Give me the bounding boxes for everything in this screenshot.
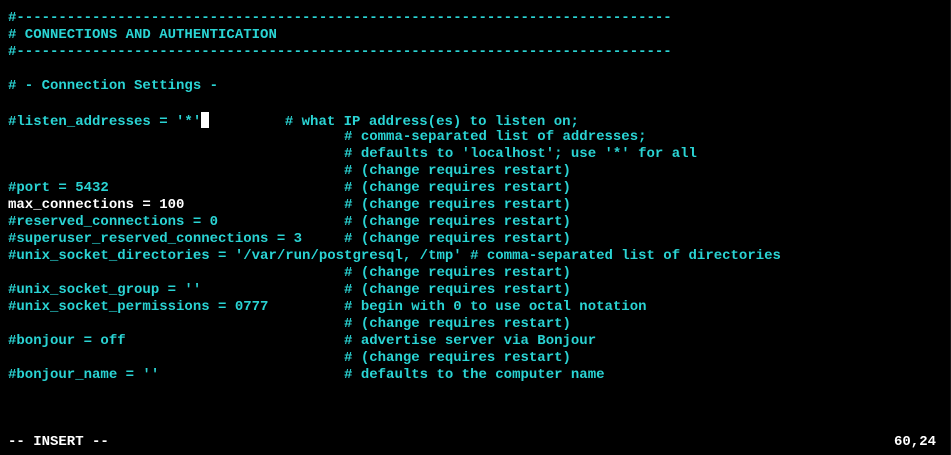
comment-text: # - Connection Settings - (8, 78, 219, 94)
comment-text: # CONNECTIONS AND AUTHENTICATION (8, 27, 277, 43)
inline-comment-text: # what IP address(es) to listen on; (209, 114, 579, 130)
editor-line[interactable]: #reserved_connections = 0 # (change requ… (8, 214, 943, 231)
editor-line[interactable]: max_connections = 100 # (change requires… (8, 197, 943, 214)
comment-text: #unix_socket_permissions = 0777 # begin … (8, 299, 647, 315)
comment-text: #superuser_reserved_connections = 3 # (c… (8, 231, 571, 247)
comment-text: #reserved_connections = 0 # (change requ… (8, 214, 571, 230)
editor-line[interactable]: #port = 5432 # (change requires restart) (8, 180, 943, 197)
vim-editor-buffer[interactable]: #---------------------------------------… (8, 10, 943, 384)
editor-line[interactable]: #---------------------------------------… (8, 10, 943, 27)
editor-line[interactable]: # (change requires restart) (8, 316, 943, 333)
editor-line[interactable]: # - Connection Settings - (8, 78, 943, 95)
editor-line[interactable]: # (change requires restart) (8, 163, 943, 180)
comment-text: # (change requires restart) (8, 163, 571, 179)
terminal-window[interactable]: #---------------------------------------… (0, 0, 951, 455)
comment-text: #unix_socket_directories = '/var/run/pos… (8, 248, 781, 264)
editor-line[interactable] (8, 61, 943, 78)
mode-indicator: -- INSERT -- (8, 434, 109, 450)
editor-line[interactable]: # defaults to 'localhost'; use '*' for a… (8, 146, 943, 163)
comment-text: #bonjour_name = '' # defaults to the com… (8, 367, 605, 383)
comment-text: # (change requires restart) (8, 350, 571, 366)
comment-text: # (change requires restart) (8, 316, 571, 332)
editor-line[interactable] (8, 95, 943, 112)
cursor-position: 60,24 (893, 434, 936, 450)
comment-text: #---------------------------------------… (8, 44, 672, 60)
inline-comment-text: # (change requires restart) (184, 197, 571, 213)
editor-line[interactable]: # (change requires restart) (8, 265, 943, 282)
editor-line[interactable]: # (change requires restart) (8, 350, 943, 367)
editor-line[interactable]: #bonjour = off # advertise server via Bo… (8, 333, 943, 350)
comment-text: #unix_socket_group = '' # (change requir… (8, 282, 571, 298)
editor-line[interactable]: #unix_socket_group = '' # (change requir… (8, 282, 943, 299)
editor-line[interactable]: # CONNECTIONS AND AUTHENTICATION (8, 27, 943, 44)
editor-line[interactable]: #unix_socket_permissions = 0777 # begin … (8, 299, 943, 316)
comment-text: # (change requires restart) (8, 265, 571, 281)
comment-text: # comma-separated list of addresses; (8, 129, 647, 145)
comment-text: #listen_addresses = '*' (8, 114, 202, 130)
comment-text: #port = 5432 # (change requires restart) (8, 180, 571, 196)
comment-text: #bonjour = off # advertise server via Bo… (8, 333, 597, 349)
config-setting-text: max_connections = 100 (8, 197, 185, 213)
editor-line[interactable]: #superuser_reserved_connections = 3 # (c… (8, 231, 943, 248)
editor-line[interactable]: #bonjour_name = '' # defaults to the com… (8, 367, 943, 384)
editor-line[interactable]: #unix_socket_directories = '/var/run/pos… (8, 248, 943, 265)
comment-text: #---------------------------------------… (8, 10, 672, 26)
editor-line[interactable]: # comma-separated list of addresses; (8, 129, 943, 146)
editor-line[interactable]: #---------------------------------------… (8, 44, 943, 61)
editor-line[interactable]: #listen_addresses = '*' # what IP addres… (8, 112, 943, 130)
comment-text: # defaults to 'localhost'; use '*' for a… (8, 146, 697, 162)
vim-status-bar: -- INSERT -- 60,24 (8, 434, 936, 451)
